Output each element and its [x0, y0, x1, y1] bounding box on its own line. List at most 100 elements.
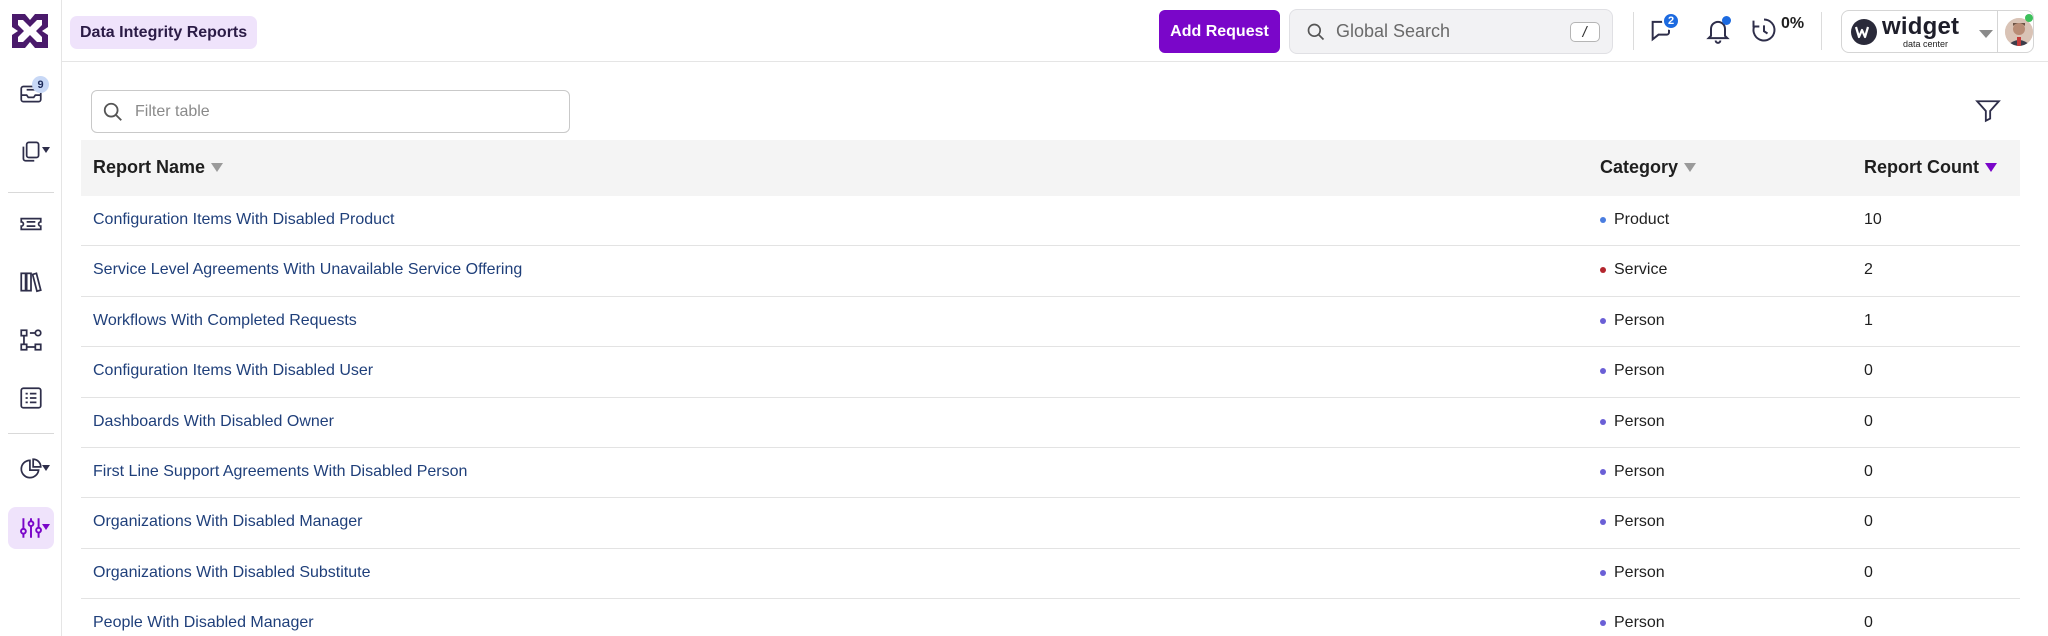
category-cell: Person [1600, 614, 1665, 632]
report-name-link[interactable]: First Line Support Agreements With Disab… [93, 463, 467, 481]
report-name-link[interactable]: Organizations With Disabled Substitute [93, 564, 370, 582]
category-label: Person [1614, 614, 1665, 632]
category-dot [1600, 519, 1606, 526]
sidebar-item-settings[interactable] [8, 507, 54, 549]
report-name-link[interactable]: Organizations With Disabled Manager [93, 513, 362, 531]
report-count: 0 [1864, 513, 1873, 531]
table-row[interactable]: Organizations With Disabled Substitute Pe… [81, 549, 2020, 600]
category-dot [1600, 317, 1606, 324]
copies-icon [22, 141, 40, 162]
report-count: 0 [1864, 412, 1873, 430]
report-name-link[interactable]: Service Level Agreements With Unavailabl… [93, 261, 522, 279]
sort-active-icon[interactable] [1984, 163, 1997, 172]
table-row[interactable]: People With Disabled Manager Person 0 [81, 599, 2020, 636]
report-count: 10 [1864, 211, 1882, 228]
search-shortcut-key: / [1570, 22, 1600, 42]
add-request-button[interactable]: Add Request [1159, 10, 1280, 53]
category-dot [1600, 267, 1606, 274]
sidebar: 9 [0, 0, 62, 636]
notification-dot [1722, 16, 1731, 25]
inbox-badge: 9 [32, 76, 49, 93]
analytics-icon [20, 458, 42, 479]
category-dot [1600, 418, 1606, 425]
report-name-link[interactable]: Workflows With Completed Requests [93, 312, 357, 330]
chevron-down-icon[interactable] [1979, 30, 1993, 38]
timer-icon [1752, 18, 1776, 42]
category-cell: Person [1600, 312, 1665, 330]
filter-funnel-icon[interactable] [1975, 98, 2001, 124]
sidebar-item-list[interactable] [8, 377, 54, 419]
table-row[interactable]: First Line Support Agreements With Disab… [81, 448, 2020, 499]
sidebar-item-workflow[interactable] [8, 319, 54, 361]
account-switcher[interactable]: widget data center [1841, 10, 2034, 53]
top-header: Data Integrity Reports Add Request / 2 0… [62, 0, 2048, 62]
category-cell: Person [1600, 413, 1665, 431]
logo-icon[interactable] [12, 14, 48, 48]
table-row[interactable]: Configuration Items With Disabled Produc… [81, 196, 2020, 247]
category-label: Person [1614, 362, 1665, 380]
sidebar-item-inbox[interactable]: 9 [8, 72, 54, 114]
header-divider [1633, 12, 1634, 50]
timer-percent: 0% [1781, 15, 1805, 32]
search-icon [103, 102, 122, 121]
ticket-icon [20, 217, 42, 231]
timer-button[interactable] [1750, 16, 1780, 46]
category-label: Service [1614, 261, 1668, 279]
sidebar-divider [8, 433, 54, 434]
category-cell: Service [1600, 261, 1667, 279]
column-header-report-count[interactable]: Report Count [1864, 157, 1997, 178]
brand-logo-icon [1851, 19, 1877, 45]
report-name-link[interactable]: Configuration Items With Disabled Produc… [93, 211, 394, 229]
brand-name: widget [1882, 13, 1960, 40]
table-row[interactable]: Organizations With Disabled Manager Perso… [81, 498, 2020, 549]
sort-icon[interactable] [211, 163, 224, 172]
sidebar-item-tickets[interactable] [8, 203, 54, 245]
filter-table[interactable] [91, 90, 570, 133]
category-label: Product [1614, 211, 1670, 228]
global-search-input[interactable] [1336, 21, 1566, 42]
category-label: Person [1614, 563, 1665, 581]
category-dot [1600, 468, 1606, 475]
column-header-category[interactable]: Category [1600, 157, 1697, 178]
filter-table-input[interactable] [135, 102, 555, 121]
global-search[interactable]: / [1289, 9, 1613, 54]
sidebar-item-library[interactable] [8, 261, 54, 303]
category-dot [1600, 217, 1606, 223]
chevron-down-icon [42, 524, 50, 530]
sort-icon[interactable] [1684, 163, 1697, 172]
column-header-report-name[interactable]: Report Name [93, 157, 224, 178]
sidebar-item-copies[interactable] [8, 130, 54, 172]
account-divider [1997, 11, 1998, 52]
category-cell: Person [1600, 513, 1665, 531]
brand-subtitle: data center [1903, 39, 1949, 49]
report-count: 0 [1864, 362, 1873, 380]
report-name-link[interactable]: People With Disabled Manager [93, 614, 314, 632]
avatar[interactable] [2005, 18, 2033, 46]
category-cell: Person [1600, 463, 1665, 481]
category-cell: Product [1600, 211, 1669, 229]
list-icon [20, 387, 42, 409]
table-row[interactable]: Workflows With Completed Requests Person 1 [81, 297, 2020, 348]
user-avatar-icon [2005, 18, 2033, 46]
table-row[interactable]: Service Level Agreements With Unavailabl… [81, 246, 2020, 297]
category-label: Person [1614, 513, 1665, 531]
category-dot [1600, 569, 1606, 576]
sidebar-divider [8, 192, 54, 193]
breadcrumb[interactable]: Data Integrity Reports [70, 16, 258, 49]
category-dot [1600, 368, 1606, 375]
report-name-link[interactable]: Configuration Items With Disabled User [93, 362, 373, 380]
report-count: 2 [1864, 261, 1873, 279]
report-count: 1 [1864, 311, 1873, 329]
table-row[interactable]: Dashboards With Disabled Owner Person 0 [81, 398, 2020, 448]
online-status-dot [2025, 14, 2033, 22]
report-name-link[interactable]: Dashboards With Disabled Owner [93, 413, 334, 431]
table-row[interactable]: Configuration Items With Disabled User Pe… [81, 347, 2020, 398]
chat-badge: 2 [1662, 12, 1680, 30]
chevron-down-icon [42, 147, 50, 153]
category-cell: Person [1600, 362, 1665, 380]
category-dot [1600, 620, 1606, 627]
sidebar-item-analytics[interactable] [8, 448, 54, 490]
table-body: Configuration Items With Disabled Produc… [81, 196, 2020, 636]
header-divider [1821, 12, 1822, 50]
library-icon [20, 272, 42, 293]
